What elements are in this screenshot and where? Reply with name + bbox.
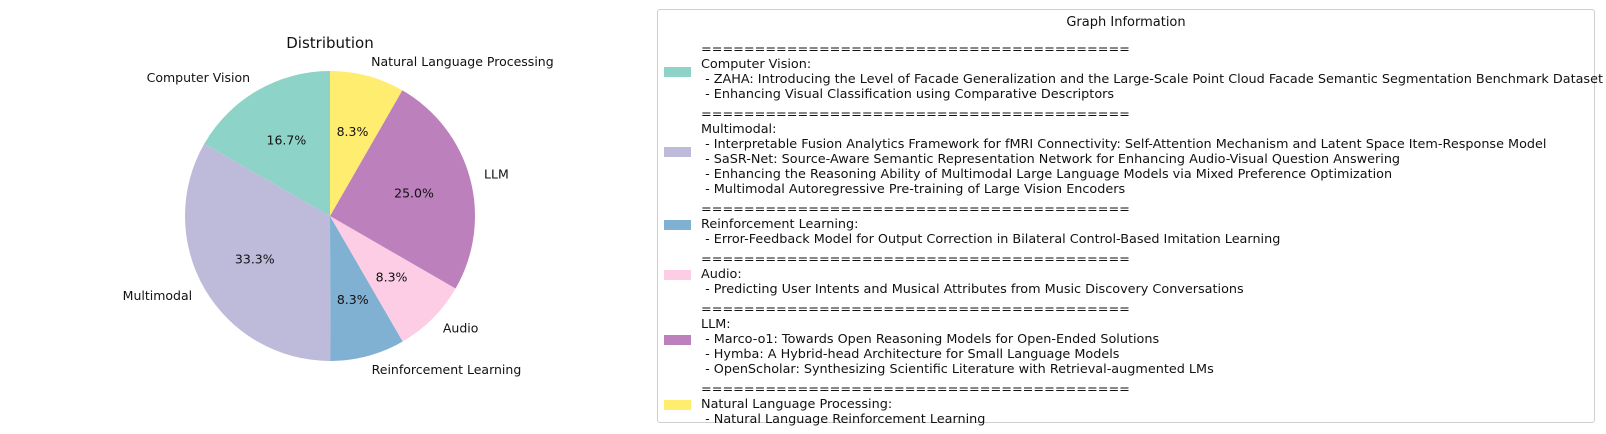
legend-title: Graph Information [1066,15,1186,30]
slice-category-label: Reinforcement Learning [372,362,522,377]
slice-percent-label: 25.0% [394,185,434,200]
legend-line: LLM: [701,317,731,332]
legend-line: - Predicting User Intents and Musical At… [701,282,1244,297]
legend-line: - Marco-o1: Towards Open Reasoning Model… [701,332,1160,347]
legend-swatch [664,147,691,157]
slice-category-label: Audio [443,321,479,336]
legend-line: Natural Language Processing: [701,397,893,412]
legend-line: - Multimodal Autoregressive Pre-training… [701,182,1126,197]
chart-title: Distribution [286,34,374,52]
slice-percent-label: 8.3% [376,269,408,284]
pie-chart: Distribution 16.7% Computer Vision 33.3% Mu… [123,34,554,377]
legend-entry: ========================================… [658,107,1588,197]
slice-category-label: Computer Vision [147,70,250,85]
legend-swatch [664,334,691,345]
legend-line: - SaSR-Net: Source-Aware Semantic Repres… [701,152,1401,167]
legend-line: ======================================== [701,202,1130,217]
legend-swatch [664,67,691,77]
legend-line: - Interpretable Fusion Analytics Framewo… [701,137,1547,152]
legend: Graph Information ======================… [657,9,1603,427]
legend-line: - Error-Feedback Model for Output Correc… [701,232,1281,247]
legend-entry: ========================================… [658,42,1603,102]
legend-line: - Enhancing the Reasoning Ability of Mul… [701,167,1393,182]
legend-text: ========================================… [701,42,1603,102]
slice-category-label: Natural Language Processing [371,54,554,69]
legend-line: - Hymba: A Hybrid-head Architecture for … [701,347,1120,362]
slice-percent-label: 8.3% [337,124,369,139]
legend-text: ========================================… [701,302,1214,377]
legend-line: Multimodal: [701,122,777,137]
legend-line: ======================================== [701,302,1130,317]
legend-line: ======================================== [701,42,1130,57]
legend-entry: ========================================… [658,382,1588,427]
legend-line: - Natural Language Reinforcement Learnin… [701,412,986,427]
slice-category-label: LLM [484,167,509,182]
legend-entry: ========================================… [658,302,1588,377]
legend-line: Reinforcement Learning: [701,217,859,232]
slice-percent-label: 33.3% [235,252,275,267]
legend-line: Audio: [701,267,742,282]
legend-line: ======================================== [701,252,1130,267]
legend-line: ======================================== [701,382,1130,397]
legend-line: - Enhancing Visual Classification using … [701,87,1115,102]
slice-percent-label: 16.7% [267,133,307,148]
legend-text: ========================================… [701,202,1280,247]
legend-text: ========================================… [701,382,1130,427]
legend-line: - OpenScholar: Synthesizing Scientific L… [701,362,1214,377]
legend-swatch [664,219,691,230]
legend-text: ========================================… [701,107,1546,197]
slice-category-label: Multimodal [123,288,192,303]
legend-line: - ZAHA: Introducing the Level of Facade … [701,72,1603,87]
legend-swatch [664,399,691,410]
slice-percent-label: 8.3% [337,292,369,307]
legend-text: ========================================… [701,252,1244,297]
legend-line: ======================================== [701,107,1130,122]
legend-line: Computer Vision: [701,57,812,72]
legend-entry: ========================================… [658,252,1588,297]
legend-swatch [664,269,691,280]
legend-entry: ========================================… [658,202,1588,247]
